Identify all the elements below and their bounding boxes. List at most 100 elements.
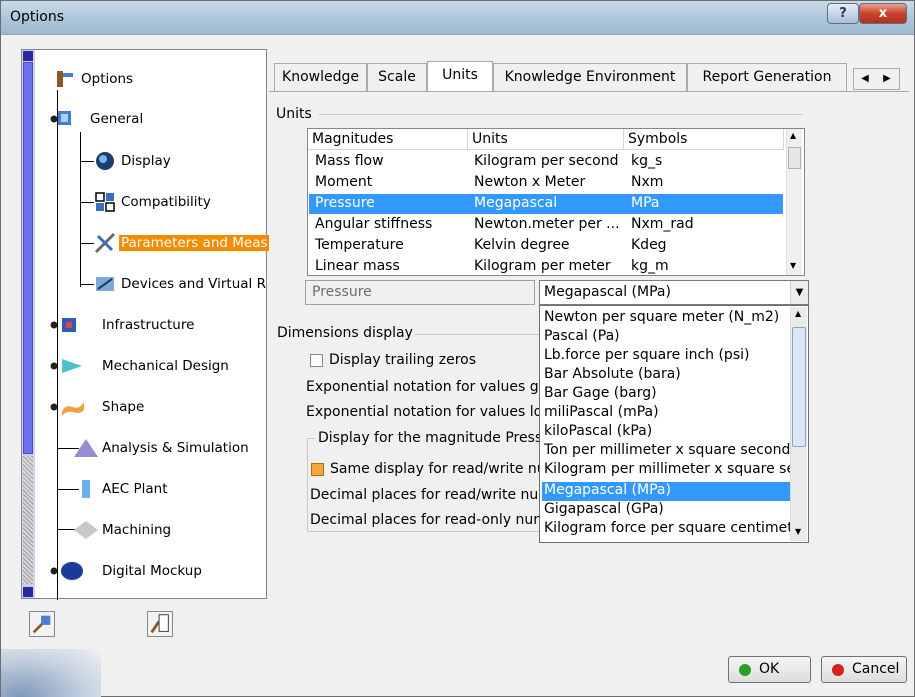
table-row[interactable]: Mass flow Kilogram per second kg_s [309, 152, 783, 172]
unit-select-value: Megapascal (MPa) [544, 284, 671, 300]
tree-item-label: Mechanical Design [102, 358, 229, 374]
tool-document-icon [150, 614, 169, 634]
magnitude-field[interactable]: Pressure [305, 280, 535, 305]
scroll-thumb[interactable] [23, 62, 33, 454]
magnitude-group-label: Display for the magnitude Pressu [315, 430, 555, 446]
cancel-icon [832, 664, 844, 676]
tab-scale[interactable]: Scale [367, 63, 427, 91]
tree-item-label: Compatibility [121, 194, 211, 210]
tab-scroll-left-icon[interactable]: ◀ [854, 69, 876, 89]
trailing-zeros-label: Display trailing zeros [329, 352, 477, 368]
aec-plant-icon [82, 480, 90, 498]
tree-item-label: General [90, 111, 144, 127]
dropdown-option[interactable]: Pascal (Pa) [542, 328, 790, 347]
col-units[interactable]: Units [468, 129, 624, 150]
col-symbols[interactable]: Symbols [624, 129, 784, 150]
help-button[interactable]: ? [827, 3, 859, 24]
parameters-icon [94, 232, 116, 254]
scroll-track [23, 456, 33, 584]
dropdown-option[interactable]: Kilogram force per square centimet [542, 520, 790, 539]
decimal-ro-label: Decimal places for read-only num [310, 512, 547, 528]
units-table: Magnitudes Units Symbols Mass flow Kilogr… [307, 128, 805, 276]
options-tree: Options General Display Compatibility Pa… [21, 49, 270, 600]
tool-wrench-icon [32, 615, 51, 634]
tree-item-label: Display [121, 153, 171, 169]
dropdown-scrollbar[interactable]: ▲ ▼ [790, 307, 807, 541]
tool-icon-button-2[interactable] [147, 611, 173, 637]
tree-item-label: Infrastructure [102, 317, 195, 333]
tab-knowledge-environment[interactable]: Knowledge Environment [493, 63, 687, 91]
dropdown-option[interactable]: Newton per square meter (N_m2) [542, 309, 790, 328]
exp-lower-label: Exponential notation for values lov [306, 404, 551, 420]
dropdown-option[interactable]: Kilogram per millimeter x square se [542, 461, 790, 480]
infrastructure-icon [50, 318, 76, 332]
tree-item-label: Parameters and Meas [119, 235, 270, 251]
window-title: Options [10, 9, 65, 25]
same-display-label: Same display for read/write nu [330, 461, 546, 477]
tree-scrollbar[interactable] [22, 50, 35, 598]
scroll-thumb[interactable] [792, 327, 806, 447]
tab-units[interactable]: Units [427, 61, 493, 92]
ok-label: OK [759, 661, 780, 677]
tab-report-generation[interactable]: Report Generation [687, 63, 847, 91]
dropdown-option[interactable]: Bar Gage (barg) [542, 385, 790, 404]
table-row[interactable]: Moment Newton x Meter Nxm [309, 173, 783, 193]
chevron-down-icon[interactable]: ▼ [790, 281, 808, 304]
tab-label: Knowledge [282, 69, 359, 85]
tab-label: Units [442, 67, 478, 83]
scroll-down-arrow-icon[interactable]: ▼ [795, 527, 801, 536]
tab-label: Knowledge Environment [504, 69, 676, 85]
scroll-down-arrow-icon[interactable] [23, 587, 33, 597]
shape-icon [50, 402, 84, 416]
machining-icon [74, 521, 98, 539]
display-icon [96, 152, 114, 170]
table-scrollbar[interactable]: ▲ ▼ [786, 129, 802, 275]
trailing-zeros-checkbox[interactable] [310, 354, 323, 367]
scroll-up-arrow-icon[interactable]: ▲ [790, 131, 796, 140]
tree-item-label: Devices and Virtual R [121, 276, 266, 292]
tab-scroll-right-icon[interactable]: ▶ [876, 69, 898, 89]
table-row[interactable]: Linear mass Kilogram per meter kg_m [309, 257, 783, 277]
dimensions-group-label: Dimensions display [277, 325, 413, 341]
dropdown-option[interactable]: Ton per millimeter x square second [542, 442, 790, 461]
dropdown-option[interactable]: Lb.force per square inch (psi) [542, 347, 790, 366]
unit-dropdown-list: Newton per square meter (N_m2) Pascal (P… [539, 305, 809, 543]
dropdown-option[interactable]: kiloPascal (kPa) [542, 423, 790, 442]
close-button[interactable]: x [859, 3, 907, 24]
dropdown-option[interactable]: Gigapascal (GPa) [542, 501, 790, 520]
scroll-thumb[interactable] [788, 147, 801, 169]
dropdown-option-selected[interactable]: Megapascal (MPa) [542, 482, 790, 501]
tab-knowledge[interactable]: Knowledge [274, 63, 367, 91]
scroll-down-arrow-icon[interactable]: ▼ [790, 261, 796, 270]
decimal-rw-label: Decimal places for read/write num [310, 487, 552, 503]
tab-label: Scale [378, 69, 416, 85]
exp-greater-label: Exponential notation for values gre [306, 379, 553, 395]
digital-mockup-icon [50, 562, 83, 580]
ok-icon [739, 664, 751, 676]
cancel-button[interactable]: Cancel [821, 656, 907, 683]
title-bar: Options ? x [1, 1, 914, 35]
table-row[interactable]: Angular stiffness Newton.meter per ... Nxm… [309, 215, 783, 235]
tree-item-label: AEC Plant [102, 481, 168, 497]
general-icon [50, 111, 71, 125]
help-icon: ? [839, 6, 847, 21]
table-row-selected[interactable]: Pressure Megapascal MPa [309, 194, 783, 214]
tab-label: Report Generation [702, 69, 832, 85]
close-icon: x [878, 6, 888, 21]
scroll-up-arrow-icon[interactable] [23, 51, 33, 61]
dropdown-option[interactable]: Bar Absolute (bara) [542, 366, 790, 385]
tree-item-label: Digital Mockup [102, 563, 202, 579]
dropdown-option[interactable]: miliPascal (mPa) [542, 404, 790, 423]
tool-icon-button-1[interactable] [29, 611, 55, 637]
cancel-label: Cancel [852, 661, 900, 677]
table-row[interactable]: Temperature Kelvin degree Kdeg [309, 236, 783, 256]
ok-button[interactable]: OK [728, 656, 811, 683]
scroll-up-arrow-icon[interactable]: ▲ [795, 309, 801, 318]
decorative-swoosh [1, 649, 101, 697]
options-tool-icon [57, 71, 73, 87]
same-display-checkbox[interactable] [311, 463, 324, 476]
unit-select[interactable]: Megapascal (MPa) ▼ [539, 280, 809, 305]
col-magnitudes[interactable]: Magnitudes [308, 129, 468, 150]
compatibility-icon [95, 192, 115, 212]
tab-scroll-buttons: ◀ ▶ [853, 68, 900, 90]
